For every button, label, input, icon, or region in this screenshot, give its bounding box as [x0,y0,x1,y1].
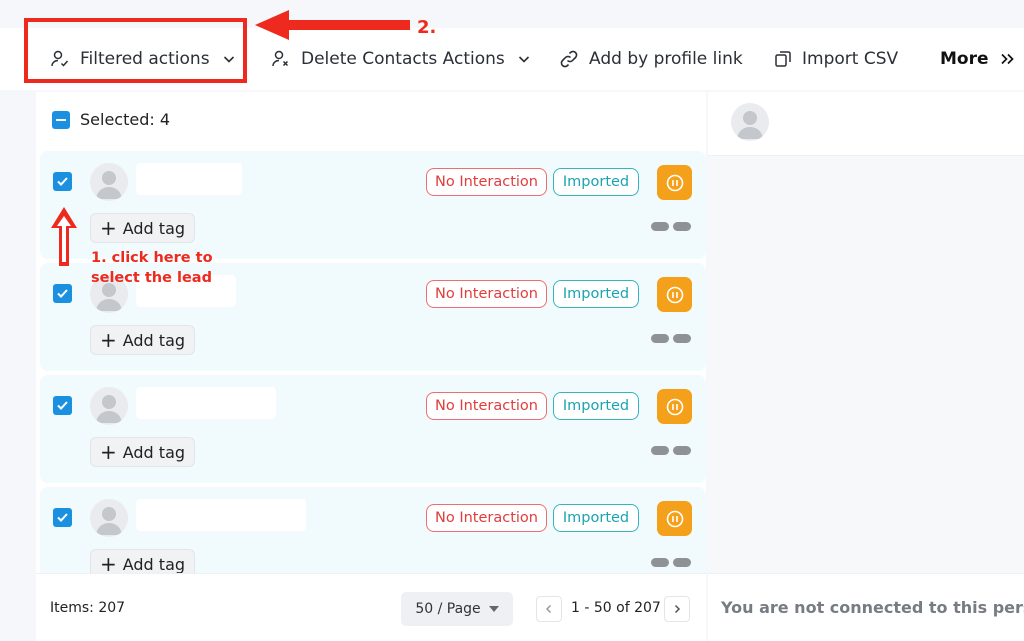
interaction-status-badge: No Interaction [426,392,547,420]
lead-name-redacted [136,499,306,531]
source-badge: Imported [553,504,639,532]
more-options-toggle[interactable] [651,222,691,231]
selected-count: Selected: 4 [80,110,171,129]
lead-card[interactable]: No Interaction Imported + Add tag [40,151,706,259]
link-icon [560,50,578,68]
filtered-actions-highlight [24,18,247,83]
list-footer: Items: 207 50 / Page 1 - 50 of 207 [36,573,706,641]
pause-button[interactable] [657,389,692,424]
page-range: 1 - 50 of 207 [571,600,661,616]
pause-button[interactable] [657,165,692,200]
arrow-left-icon [255,10,410,40]
user-placeholder-icon [737,111,763,139]
leads-list-panel: Selected: 4 No Interaction Imported + Ad… [36,92,706,641]
add-tag-button[interactable]: + Add tag [90,437,195,467]
more-options-toggle[interactable] [651,558,691,567]
source-badge: Imported [553,168,639,196]
check-icon [57,401,68,410]
interaction-status-badge: No Interaction [426,280,547,308]
page-size-select[interactable]: 50 / Page [401,592,513,626]
more-label: More [940,49,989,69]
lead-checkbox[interactable] [53,396,72,415]
detail-header [708,92,1024,156]
chevron-right-icon [674,604,681,614]
not-connected-message: You are not connected to this person [721,598,1024,617]
next-page-button[interactable] [664,596,690,622]
import-csv-label: Import CSV [802,49,899,69]
add-tag-button[interactable]: + Add tag [90,325,195,355]
pause-button[interactable] [657,277,692,312]
add-tag-button[interactable]: + Add tag [90,213,195,243]
add-tag-label: Add tag [122,442,186,462]
lead-name-redacted [136,163,242,195]
arrow-up-icon [51,207,77,266]
step-2-annotation: 2. [417,17,437,38]
prev-page-button[interactable] [536,596,562,622]
items-count: Items: 207 [50,600,126,616]
lead-checkbox[interactable] [53,172,72,191]
plus-icon: + [99,328,117,352]
more-options-toggle[interactable] [651,446,691,455]
double-chevron-right-icon [1000,53,1014,65]
page-size-value: 50 / Page [415,601,481,617]
user-placeholder-icon [96,507,122,535]
check-icon [57,177,68,186]
plus-icon: + [99,552,117,576]
avatar [90,163,128,201]
interaction-status-badge: No Interaction [426,168,547,196]
avatar [90,387,128,425]
lead-card[interactable]: No Interaction Imported + Add tag [40,375,706,483]
check-icon [57,289,68,298]
delete-contacts-actions-label: Delete Contacts Actions [301,49,505,69]
copy-icon [775,51,791,67]
select-all-checkbox[interactable] [52,110,70,129]
add-by-profile-link-button[interactable]: Add by profile link [559,28,743,90]
add-tag-label: Add tag [122,554,186,574]
selection-summary: Selected: 4 [52,110,170,129]
lead-checkbox[interactable] [53,508,72,527]
check-icon [57,513,68,522]
pause-icon [666,398,683,415]
add-by-profile-link-label: Add by profile link [589,49,743,69]
add-tag-label: Add tag [122,218,186,238]
plus-icon: + [99,216,117,240]
user-remove-icon [272,50,289,67]
add-tag-label: Add tag [122,330,186,350]
lead-name-redacted [136,387,276,419]
lead-checkbox[interactable] [53,284,72,303]
pause-button[interactable] [657,501,692,536]
plus-icon: + [99,440,117,464]
pause-icon [666,286,683,303]
source-badge: Imported [553,392,639,420]
detail-footer: You are not connected to this person [708,573,1024,641]
chevron-down-icon [518,56,529,63]
user-placeholder-icon [96,171,122,199]
more-button[interactable]: More [940,28,1015,90]
more-options-toggle[interactable] [651,334,691,343]
avatar [90,499,128,537]
caret-down-icon [488,606,499,612]
interaction-status-badge: No Interaction [426,504,547,532]
pause-icon [666,174,683,191]
user-placeholder-icon [96,395,122,423]
import-csv-button[interactable]: Import CSV [774,28,898,90]
chevron-left-icon [545,604,552,614]
lead-detail-panel: You are not connected to this person [708,92,1024,641]
source-badge: Imported [553,280,639,308]
pause-icon [666,510,683,527]
avatar [731,103,769,141]
step-1-annotation: 1. click here to select the lead [91,250,213,286]
